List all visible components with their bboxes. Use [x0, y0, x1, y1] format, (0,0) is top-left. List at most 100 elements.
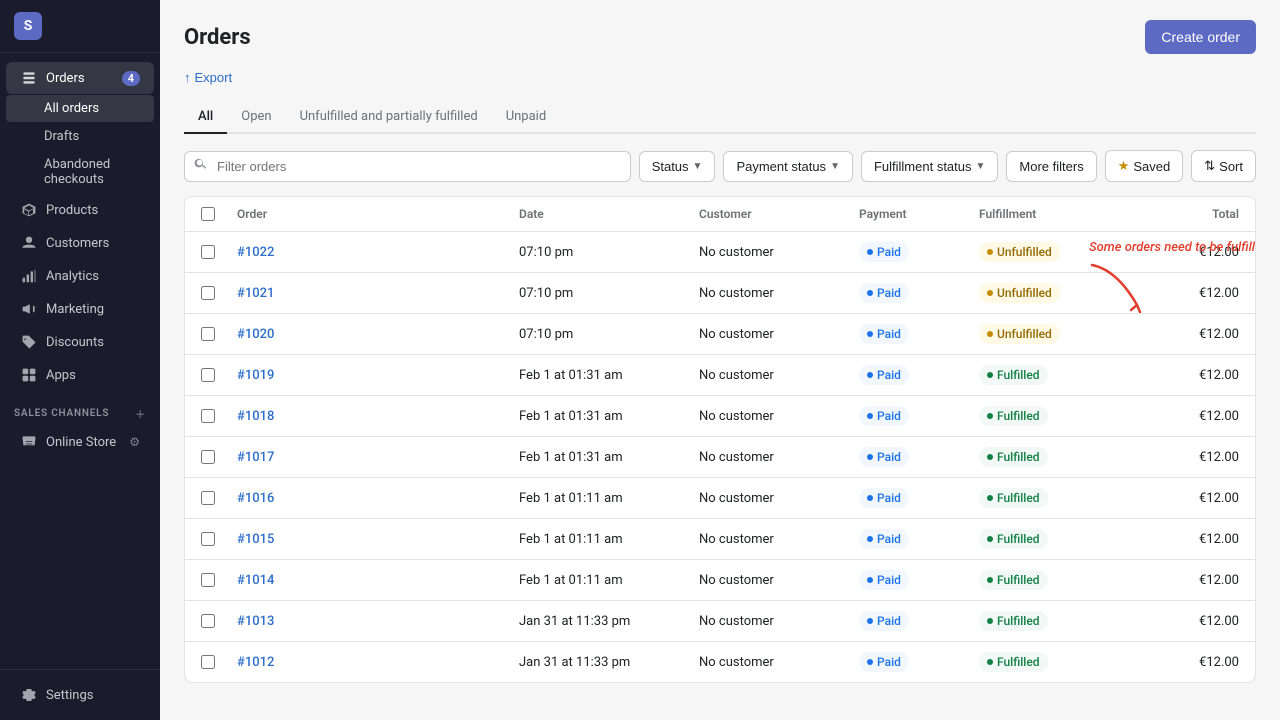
row-payment: Paid — [859, 570, 979, 590]
fulfilled-dot — [987, 536, 993, 542]
row-payment: Paid — [859, 283, 979, 303]
row-customer: No customer — [699, 368, 859, 383]
order-link[interactable]: #1015 — [237, 532, 274, 547]
row-checkbox[interactable] — [201, 573, 215, 587]
order-link[interactable]: #1019 — [237, 368, 274, 383]
row-date: Feb 1 at 01:31 am — [519, 368, 699, 383]
row-payment: Paid — [859, 406, 979, 426]
row-checkbox[interactable] — [201, 655, 215, 669]
saved-label: Saved — [1133, 159, 1170, 174]
row-checkbox[interactable] — [201, 491, 215, 505]
order-link[interactable]: #1020 — [237, 327, 274, 342]
add-sales-channel-icon[interactable]: ＋ — [135, 406, 146, 421]
header-order: Order — [237, 207, 519, 221]
row-order: #1016 — [237, 491, 519, 506]
analytics-label: Analytics — [46, 269, 99, 284]
saved-button[interactable]: ★ Saved — [1105, 150, 1184, 182]
page-title: Orders — [184, 25, 251, 50]
sidebar-item-analytics[interactable]: Analytics — [6, 260, 154, 292]
fulfilled-dot — [987, 454, 993, 460]
row-total: €12.00 — [1139, 409, 1239, 424]
table-row: #1019 Feb 1 at 01:31 am No customer Paid… — [185, 355, 1255, 396]
payment-status-filter-button[interactable]: Payment status ▼ — [723, 151, 853, 182]
sidebar-item-online-store[interactable]: Online Store ⚙ — [6, 426, 154, 458]
row-checkbox[interactable] — [201, 532, 215, 546]
create-order-button[interactable]: Create order — [1145, 20, 1256, 54]
row-customer: No customer — [699, 327, 859, 342]
table-header: Order Date Customer Payment Fulfillment … — [185, 197, 1255, 232]
tab-all[interactable]: All — [184, 101, 227, 134]
row-customer: No customer — [699, 409, 859, 424]
sidebar-item-marketing[interactable]: Marketing — [6, 293, 154, 325]
sidebar-item-products[interactable]: Products — [6, 194, 154, 226]
fulfillment-badge-fulfilled: Fulfilled — [979, 447, 1048, 467]
header-total: Total — [1139, 207, 1239, 221]
order-link[interactable]: #1017 — [237, 450, 274, 465]
row-date: Feb 1 at 01:31 am — [519, 409, 699, 424]
row-checkbox[interactable] — [201, 368, 215, 382]
discounts-label: Discounts — [46, 335, 104, 350]
status-chevron-icon: ▼ — [693, 161, 703, 172]
annotation-text: Some orders need to be fulfilled — [1089, 240, 1256, 255]
row-checkbox[interactable] — [201, 614, 215, 628]
row-checkbox[interactable] — [201, 327, 215, 341]
order-link[interactable]: #1014 — [237, 573, 274, 588]
table-row: #1020 07:10 pm No customer Paid Unfulfil… — [185, 314, 1255, 355]
tab-unfulfilled[interactable]: Unfulfilled and partially fulfilled — [286, 101, 492, 134]
tab-open[interactable]: Open — [227, 101, 285, 134]
fulfilled-dot — [987, 413, 993, 419]
sidebar-item-discounts[interactable]: Discounts — [6, 326, 154, 358]
paid-dot — [867, 536, 873, 542]
online-store-settings-icon[interactable]: ⚙ — [129, 435, 140, 449]
products-label: Products — [46, 203, 98, 218]
row-checkbox-col — [201, 409, 237, 423]
order-link[interactable]: #1013 — [237, 614, 274, 629]
row-date: Jan 31 at 11:33 pm — [519, 614, 699, 629]
sort-button[interactable]: ⇅ Sort — [1191, 150, 1256, 182]
row-order: #1015 — [237, 532, 519, 547]
row-date: Feb 1 at 01:11 am — [519, 532, 699, 547]
main-content: Orders Create order ↑ Export All Open Un… — [160, 0, 1280, 720]
sidebar-item-apps[interactable]: Apps — [6, 359, 154, 391]
more-filters-button[interactable]: More filters — [1006, 151, 1096, 182]
row-order: #1014 — [237, 573, 519, 588]
row-customer: No customer — [699, 491, 859, 506]
order-link[interactable]: #1012 — [237, 655, 274, 670]
order-link[interactable]: #1018 — [237, 409, 274, 424]
row-payment: Paid — [859, 529, 979, 549]
table-row: #1012 Jan 31 at 11:33 pm No customer Pai… — [185, 642, 1255, 682]
export-button[interactable]: ↑ Export — [184, 70, 232, 85]
fulfilled-dot — [987, 577, 993, 583]
order-link[interactable]: #1021 — [237, 286, 274, 301]
orders-badge: 4 — [122, 71, 140, 86]
sidebar-item-orders[interactable]: Orders 4 — [6, 62, 154, 94]
sidebar-sub-abandoned-checkouts[interactable]: Abandoned checkouts — [6, 151, 154, 193]
row-checkbox[interactable] — [201, 450, 215, 464]
sidebar-sub-all-orders[interactable]: All orders — [6, 95, 154, 122]
row-checkbox-col — [201, 368, 237, 382]
row-checkbox[interactable] — [201, 409, 215, 423]
search-input[interactable] — [184, 151, 631, 182]
order-link[interactable]: #1016 — [237, 491, 274, 506]
sidebar-item-settings[interactable]: Settings — [6, 679, 154, 711]
row-checkbox[interactable] — [201, 245, 215, 259]
sales-channels-section: SALES CHANNELS ＋ — [0, 392, 160, 425]
paid-dot — [867, 495, 873, 501]
status-filter-button[interactable]: Status ▼ — [639, 151, 716, 182]
row-checkbox[interactable] — [201, 286, 215, 300]
tab-unpaid[interactable]: Unpaid — [492, 101, 560, 134]
row-date: 07:10 pm — [519, 327, 699, 342]
table-row: #1014 Feb 1 at 01:11 am No customer Paid… — [185, 560, 1255, 601]
row-total: €12.00 — [1139, 614, 1239, 629]
order-link[interactable]: #1022 — [237, 245, 274, 260]
row-payment: Paid — [859, 242, 979, 262]
sidebar-item-customers[interactable]: Customers — [6, 227, 154, 259]
row-order: #1019 — [237, 368, 519, 383]
fulfillment-status-filter-button[interactable]: Fulfillment status ▼ — [861, 151, 998, 182]
row-fulfillment: Unfulfilled Some orders need to be fulfi… — [979, 242, 1139, 262]
select-all-checkbox[interactable] — [201, 207, 215, 221]
sidebar-sub-drafts[interactable]: Drafts — [6, 123, 154, 150]
marketing-label: Marketing — [46, 302, 104, 317]
header-date: Date — [519, 207, 699, 221]
abandoned-checkouts-label: Abandoned checkouts — [44, 157, 140, 187]
